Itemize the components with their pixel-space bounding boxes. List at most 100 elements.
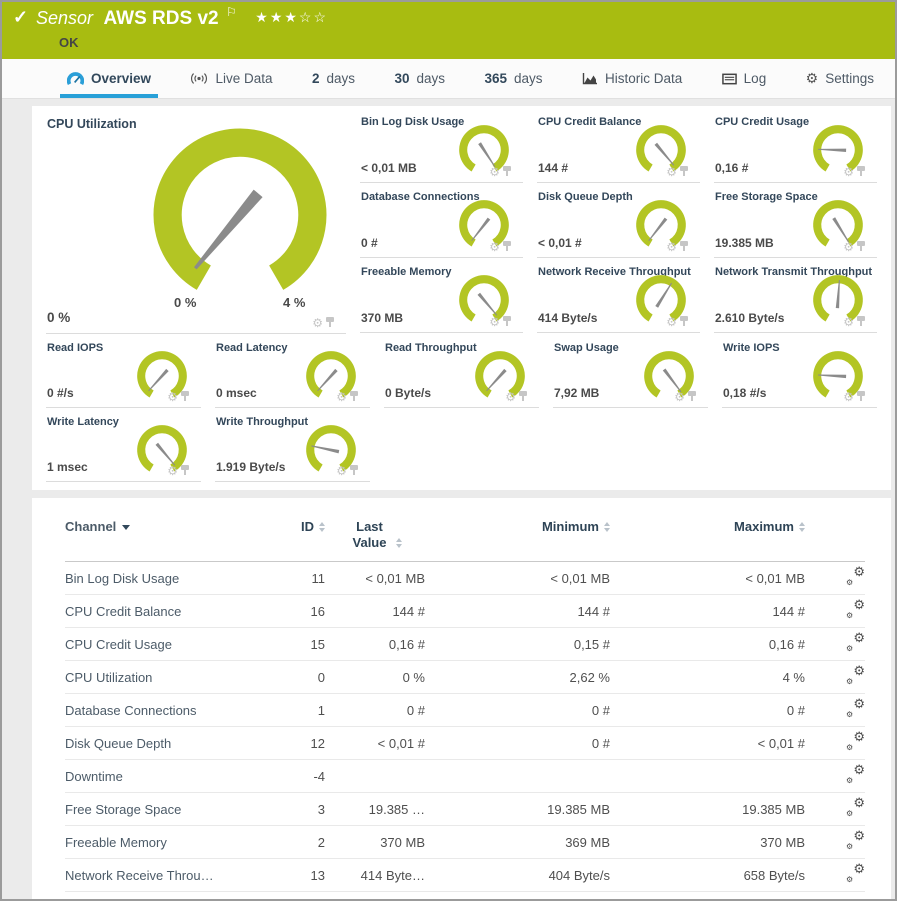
pin-icon[interactable]: [680, 316, 688, 327]
gauge-value: 0 #: [361, 236, 378, 250]
column-header-maximum[interactable]: Maximum: [610, 519, 805, 535]
pin-icon[interactable]: [503, 241, 511, 252]
pin-icon[interactable]: [857, 316, 865, 327]
log-list-icon: [721, 73, 737, 84]
table-row: CPU Credit Balance 16 144 # 144 # 144 # …: [65, 595, 865, 628]
column-header-last-value[interactable]: Last Value: [325, 519, 425, 551]
historic-data-chart-icon: [582, 72, 597, 84]
channel-settings-gears-icon[interactable]: ⚙ ⚙: [846, 795, 865, 818]
priority-stars[interactable]: ★★★☆☆: [255, 9, 328, 25]
small-gauges-row: Write Latency 1 msec ⚙ Write Throughput …: [46, 408, 891, 482]
channel-maximum: 0,16 #: [768, 636, 805, 652]
pin-icon[interactable]: [350, 465, 358, 476]
channel-last-value: < 0,01 MB: [365, 570, 425, 586]
gear-icon[interactable]: ⚙: [674, 391, 685, 403]
channel-name[interactable]: Network Receive Throu…: [65, 868, 257, 883]
gear-icon[interactable]: ⚙: [167, 465, 178, 477]
channel-name[interactable]: Disk Queue Depth: [65, 736, 257, 751]
channel-settings-gears-icon[interactable]: ⚙ ⚙: [846, 564, 865, 587]
gauge-value: 0,18 #/s: [723, 386, 767, 400]
tab-2-days[interactable]: 2 days: [305, 59, 362, 98]
channel-settings-gears-icon[interactable]: ⚙ ⚙: [846, 630, 865, 653]
live-data-icon: [191, 73, 208, 84]
gear-icon[interactable]: ⚙: [167, 391, 178, 403]
flag-icon[interactable]: ⚐: [226, 5, 237, 19]
pin-icon[interactable]: [688, 391, 696, 402]
channel-maximum: 0 #: [786, 702, 805, 718]
channel-settings-gears-icon[interactable]: ⚙ ⚙: [846, 597, 865, 620]
gear-icon[interactable]: ⚙: [505, 391, 516, 403]
channel-name[interactable]: Downtime: [65, 769, 257, 784]
channel-last-value: 0 %: [402, 669, 425, 685]
tab-overview[interactable]: Overview: [60, 59, 158, 98]
sort-arrows-icon: [395, 538, 402, 548]
tab-30-days[interactable]: 30 days: [387, 59, 452, 98]
pin-icon[interactable]: [181, 465, 189, 476]
channel-minimum: 144 #: [577, 603, 610, 619]
gear-icon[interactable]: ⚙: [336, 391, 347, 403]
gear-icon[interactable]: ⚙: [489, 316, 500, 328]
pin-icon[interactable]: [350, 391, 358, 402]
gauge-value: 0 Byte/s: [385, 386, 432, 400]
channel-name[interactable]: Free Storage Space: [65, 802, 257, 817]
pin-icon[interactable]: [503, 166, 511, 177]
gear-icon[interactable]: ⚙: [489, 166, 500, 178]
channel-name[interactable]: CPU Credit Balance: [65, 604, 257, 619]
tab-log-label: Log: [743, 71, 767, 86]
tab-live-data[interactable]: Live Data: [183, 59, 279, 98]
gauge-title: Write Throughput: [216, 416, 309, 428]
pin-icon[interactable]: [326, 317, 334, 328]
gear-icon[interactable]: ⚙: [843, 166, 854, 178]
channel-minimum: 0,15 #: [573, 636, 610, 652]
gauge-value: < 0,01 #: [538, 236, 582, 250]
pin-icon[interactable]: [857, 166, 865, 177]
channel-last-value: 414 Byte…: [360, 867, 425, 883]
tab-historic-data[interactable]: Historic Data: [575, 59, 689, 98]
channel-settings-gears-icon[interactable]: ⚙ ⚙: [846, 762, 865, 785]
pin-icon[interactable]: [680, 241, 688, 252]
channel-settings-gears-icon[interactable]: ⚙ ⚙: [846, 861, 865, 884]
channels-table: Channel ID Last Value Minimum Maximum Bi…: [32, 498, 891, 899]
gear-icon[interactable]: ⚙: [312, 317, 323, 329]
gauge-cell: Free Storage Space 19.385 MB ⚙: [714, 183, 877, 258]
channel-name[interactable]: CPU Utilization: [65, 670, 257, 685]
tab-settings[interactable]: ⚙ Settings: [799, 59, 881, 98]
gear-icon[interactable]: ⚙: [666, 316, 677, 328]
channel-maximum: 4 %: [782, 669, 805, 685]
pin-icon[interactable]: [680, 166, 688, 177]
column-header-minimum[interactable]: Minimum: [425, 519, 610, 535]
channel-settings-gears-icon[interactable]: ⚙ ⚙: [846, 663, 865, 686]
gear-icon[interactable]: ⚙: [666, 166, 677, 178]
gauge-cell: Network Transmit Throughput 2.610 Byte/s…: [714, 258, 877, 333]
gear-icon[interactable]: ⚙: [489, 241, 500, 253]
pin-icon[interactable]: [857, 241, 865, 252]
pin-icon[interactable]: [519, 391, 527, 402]
channel-settings-gears-icon[interactable]: ⚙ ⚙: [846, 828, 865, 851]
gear-icon[interactable]: ⚙: [843, 391, 854, 403]
gear-icon[interactable]: ⚙: [843, 316, 854, 328]
channel-settings-gears-icon[interactable]: ⚙ ⚙: [846, 729, 865, 752]
pin-icon[interactable]: [857, 391, 865, 402]
gauge-cell: Read Latency 0 msec ⚙: [215, 334, 370, 408]
gear-icon[interactable]: ⚙: [336, 465, 347, 477]
pin-icon[interactable]: [503, 316, 511, 327]
table-row: Disk Queue Depth 12 < 0,01 # 0 # < 0,01 …: [65, 727, 865, 760]
channel-name[interactable]: CPU Credit Usage: [65, 637, 257, 652]
gear-icon[interactable]: ⚙: [843, 241, 854, 253]
channel-name[interactable]: Freeable Memory: [65, 835, 257, 850]
column-header-id[interactable]: ID: [257, 519, 325, 535]
gauge-value: 19.385 MB: [715, 236, 774, 250]
channel-name[interactable]: Database Connections: [65, 703, 257, 718]
pin-icon[interactable]: [181, 391, 189, 402]
cpu-utilization-gauge: [153, 128, 327, 290]
tab-2-days-number: 2: [311, 71, 320, 86]
channel-name[interactable]: Bin Log Disk Usage: [65, 571, 257, 586]
channel-minimum: < 0,01 MB: [550, 570, 610, 586]
tab-365-days[interactable]: 365 days: [477, 59, 549, 98]
column-header-channel[interactable]: Channel: [65, 519, 257, 535]
sort-caret-icon: [122, 525, 131, 530]
gear-icon[interactable]: ⚙: [666, 241, 677, 253]
tab-log[interactable]: Log: [715, 59, 774, 98]
gauge-cell: Bin Log Disk Usage < 0,01 MB ⚙: [360, 108, 523, 183]
channel-settings-gears-icon[interactable]: ⚙ ⚙: [846, 696, 865, 719]
